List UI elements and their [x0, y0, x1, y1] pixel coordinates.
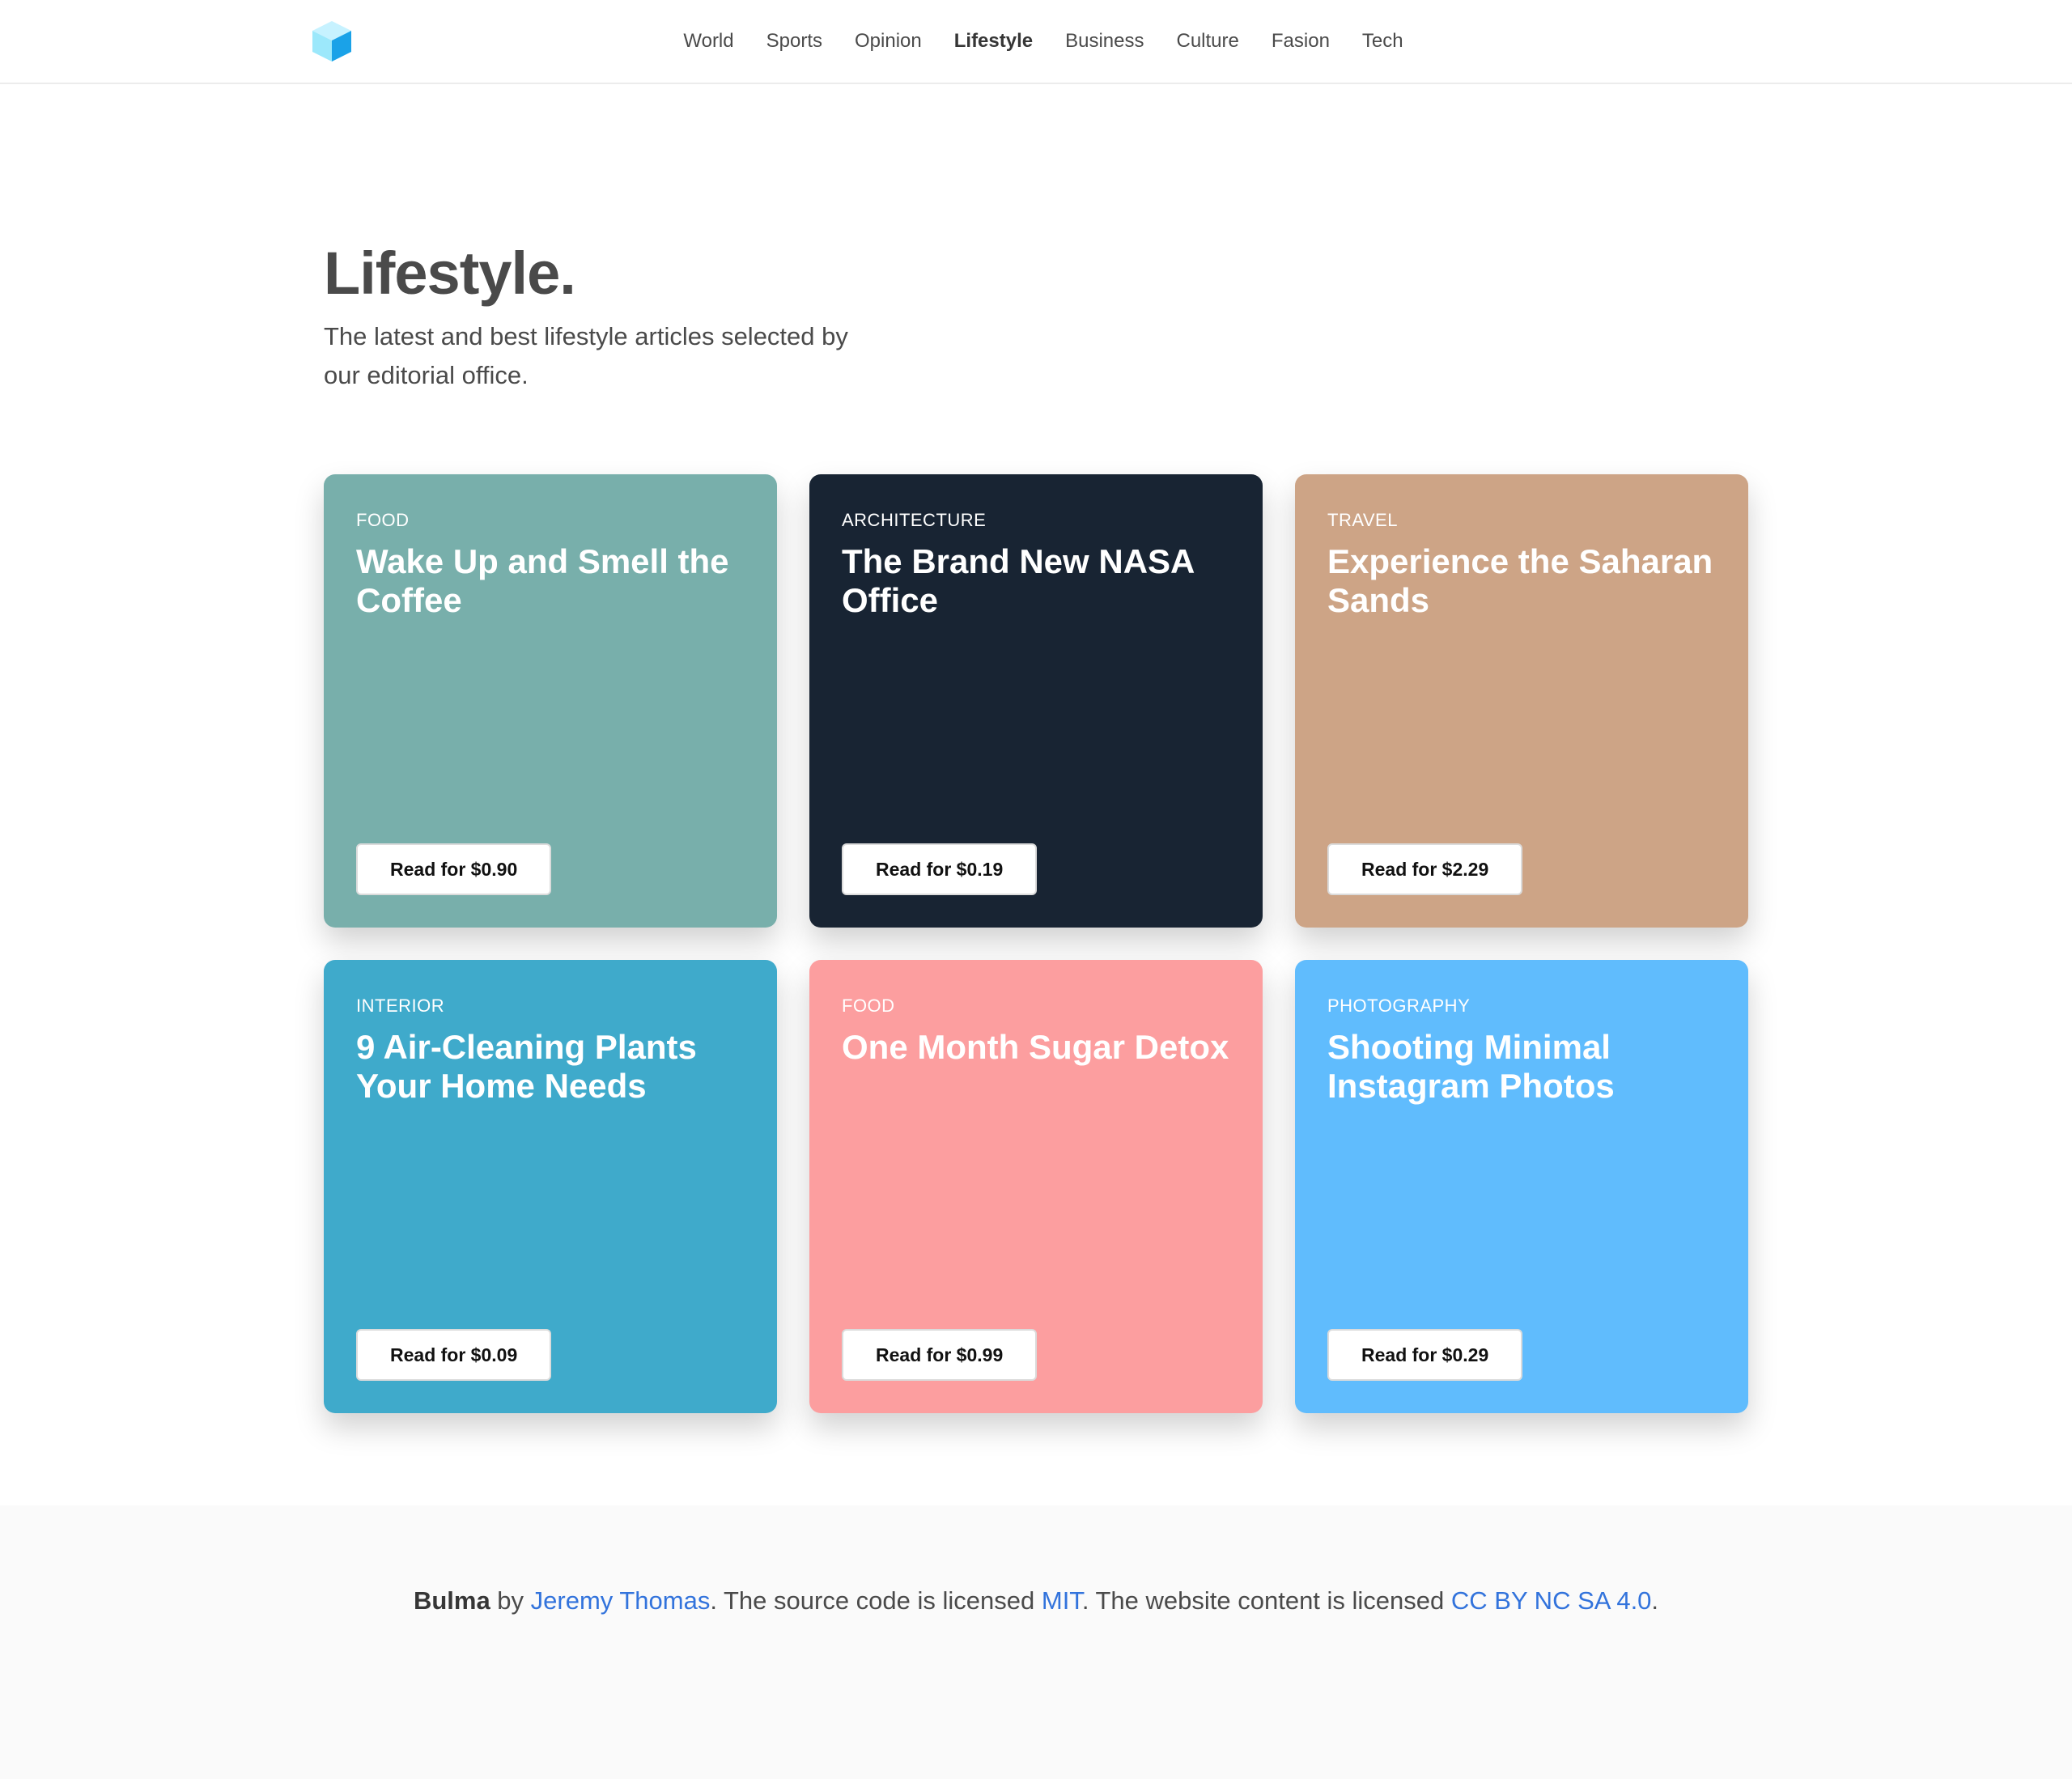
- navbar: World Sports Opinion Lifestyle Business …: [0, 0, 2072, 84]
- footer-text-2: . The website content is licensed: [1081, 1586, 1451, 1615]
- nav-item-tech[interactable]: Tech: [1346, 30, 1420, 53]
- footer-text-1: . The source code is licensed: [710, 1586, 1042, 1615]
- article-card[interactable]: TRAVEL Experience the Saharan Sands Read…: [1295, 474, 1748, 928]
- nav-menu: World Sports Opinion Lifestyle Business …: [15, 0, 2072, 83]
- read-button[interactable]: Read for $2.29: [1327, 843, 1523, 895]
- nav-item-world[interactable]: World: [667, 30, 749, 53]
- article-card[interactable]: PHOTOGRAPHY Shooting Minimal Instagram P…: [1295, 960, 1748, 1413]
- article-card[interactable]: FOOD Wake Up and Smell the Coffee Read f…: [324, 474, 777, 928]
- nav-item-opinion[interactable]: Opinion: [839, 30, 938, 53]
- article-card[interactable]: FOOD One Month Sugar Detox Read for $0.9…: [809, 960, 1263, 1413]
- article-grid: FOOD Wake Up and Smell the Coffee Read f…: [324, 474, 1748, 1413]
- nav-item-business[interactable]: Business: [1049, 30, 1160, 53]
- read-button[interactable]: Read for $0.99: [842, 1329, 1038, 1381]
- card-title[interactable]: One Month Sugar Detox: [842, 1028, 1230, 1067]
- nav-item-culture[interactable]: Culture: [1161, 30, 1255, 53]
- card-category: INTERIOR: [356, 996, 445, 1016]
- read-button[interactable]: Read for $0.09: [356, 1329, 552, 1381]
- card-title[interactable]: Experience the Saharan Sands: [1327, 542, 1716, 620]
- article-card[interactable]: ARCHITECTURE The Brand New NASA Office R…: [809, 474, 1263, 928]
- card-category: ARCHITECTURE: [842, 510, 987, 530]
- read-button[interactable]: Read for $0.90: [356, 843, 552, 895]
- card-category: FOOD: [842, 996, 895, 1016]
- nav-item-sports[interactable]: Sports: [750, 30, 839, 53]
- page-title: Lifestyle.: [324, 240, 576, 307]
- card-title[interactable]: Shooting Minimal Instagram Photos: [1327, 1028, 1716, 1106]
- card-category: FOOD: [356, 510, 410, 530]
- card-category: TRAVEL: [1327, 510, 1398, 530]
- footer-brand: Bulma: [413, 1586, 490, 1615]
- nav-item-lifestyle[interactable]: Lifestyle: [938, 30, 1049, 53]
- footer-text: Bulma by Jeremy Thomas. The source code …: [0, 1586, 2072, 1616]
- mit-license-link[interactable]: MIT: [1042, 1586, 1082, 1615]
- card-title[interactable]: Wake Up and Smell the Coffee: [356, 542, 745, 620]
- footer-by: by: [490, 1586, 531, 1615]
- read-button[interactable]: Read for $0.29: [1327, 1329, 1523, 1381]
- read-button[interactable]: Read for $0.19: [842, 843, 1038, 895]
- card-title[interactable]: 9 Air-Cleaning Plants Your Home Needs: [356, 1028, 745, 1106]
- cc-license-link[interactable]: CC BY NC SA 4.0: [1451, 1586, 1652, 1615]
- nav-item-fasion[interactable]: Fasion: [1255, 30, 1346, 53]
- hero-section: Lifestyle. The latest and best lifestyle…: [324, 235, 923, 395]
- author-link[interactable]: Jeremy Thomas: [531, 1586, 711, 1615]
- footer: Bulma by Jeremy Thomas. The source code …: [0, 1505, 2072, 1779]
- card-category: PHOTOGRAPHY: [1327, 996, 1471, 1016]
- article-card[interactable]: INTERIOR 9 Air-Cleaning Plants Your Home…: [324, 960, 777, 1413]
- card-title[interactable]: The Brand New NASA Office: [842, 542, 1230, 620]
- footer-text-3: .: [1651, 1586, 1659, 1615]
- page-subtitle: The latest and best lifestyle articles s…: [324, 322, 848, 389]
